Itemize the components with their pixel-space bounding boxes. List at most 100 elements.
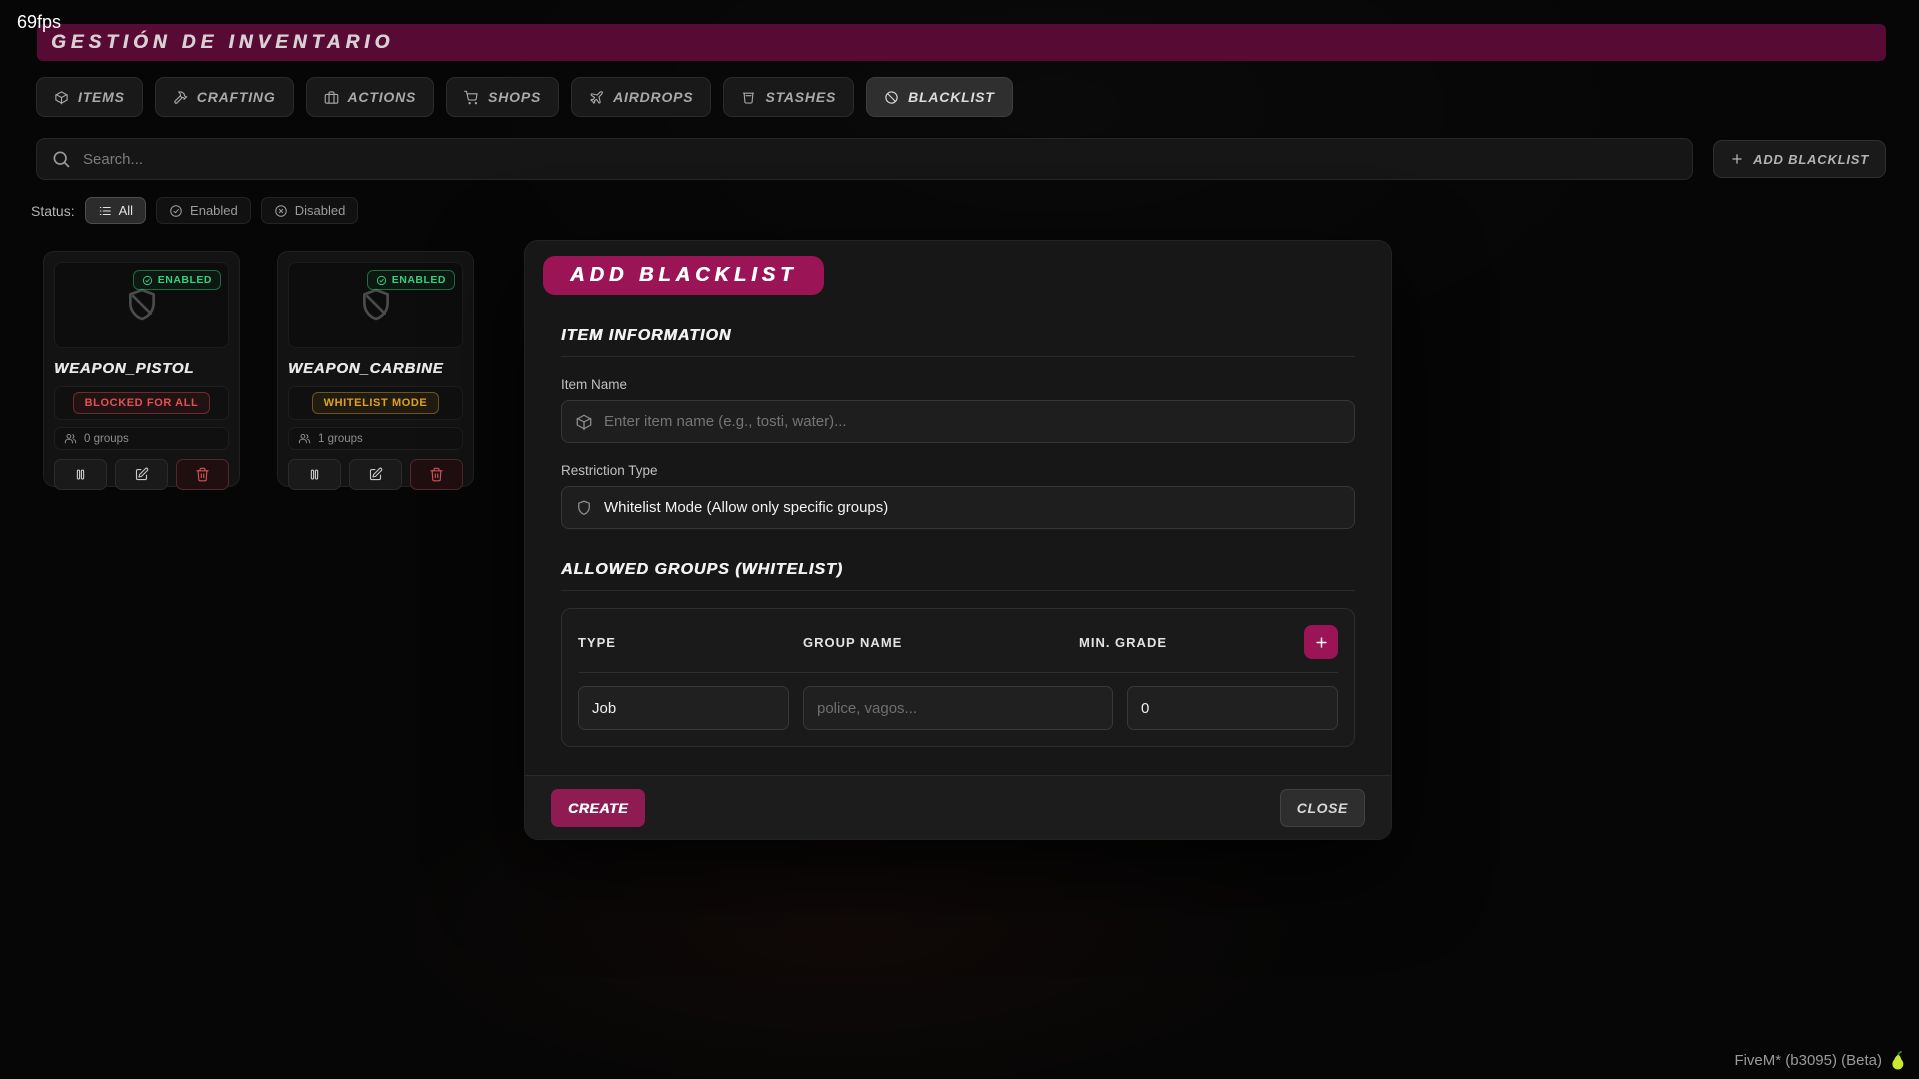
edit-button[interactable] bbox=[115, 459, 168, 490]
cart-icon bbox=[464, 90, 478, 104]
min-grade-input[interactable] bbox=[1141, 699, 1324, 717]
fivem-brand: FiveM* (b3095) (Beta) bbox=[1734, 1051, 1905, 1070]
mode-badge: BLOCKED FOR ALL bbox=[72, 392, 211, 414]
card-actions bbox=[288, 459, 463, 490]
group-name-field[interactable] bbox=[803, 686, 1113, 730]
item-name-label: Item Name bbox=[561, 377, 628, 392]
blacklist-card-weapon-carbine: ENABLED WEAPON_CARBINE WHITELIST MODE 1 … bbox=[277, 251, 474, 490]
restriction-type-label: Restriction Type bbox=[561, 463, 658, 478]
tab-airdrops[interactable]: AIRDROPS bbox=[571, 77, 712, 117]
add-blacklist-button[interactable]: ADD BLACKLIST bbox=[1713, 140, 1886, 178]
groups-count-box: 1 groups bbox=[288, 427, 463, 450]
package-icon bbox=[55, 90, 68, 104]
item-image-placeholder: ENABLED bbox=[288, 262, 463, 348]
tab-shops[interactable]: SHOPS bbox=[446, 77, 560, 117]
status-filter-label: Status: bbox=[31, 202, 75, 219]
tab-actions[interactable]: ACTIONS bbox=[305, 77, 435, 117]
create-button[interactable]: CREATE bbox=[551, 788, 646, 827]
add-blacklist-label: ADD BLACKLIST bbox=[1753, 151, 1869, 167]
group-type-select[interactable]: Job bbox=[578, 686, 789, 730]
modal-body: ITEM INFORMATION Item Name Restriction T… bbox=[525, 327, 1391, 747]
blacklist-card-weapon-pistol: ENABLED WEAPON_PISTOL BLOCKED FOR ALL 0 … bbox=[43, 251, 240, 490]
status-option-label: All bbox=[118, 203, 134, 218]
tab-label: SHOPS bbox=[488, 89, 542, 105]
status-option-label: Enabled bbox=[190, 203, 238, 218]
item-name-input[interactable] bbox=[604, 413, 1341, 430]
fps-counter: 69fps bbox=[17, 12, 62, 32]
group-row: Job bbox=[578, 686, 1338, 730]
allowed-groups-heading: ALLOWED GROUPS (WHITELIST) bbox=[561, 561, 843, 578]
mode-box: BLOCKED FOR ALL bbox=[54, 386, 229, 420]
pause-icon bbox=[76, 469, 85, 480]
status-badge: ENABLED bbox=[366, 270, 455, 290]
modal-title: ADD BLACKLIST bbox=[570, 264, 798, 286]
tab-stashes[interactable]: STASHES bbox=[723, 77, 855, 117]
edit-icon bbox=[135, 467, 149, 481]
trash-icon bbox=[196, 467, 209, 482]
status-filter-all[interactable]: All bbox=[84, 197, 147, 224]
check-circle-icon bbox=[170, 204, 182, 217]
mode-badge: WHITELIST MODE bbox=[311, 392, 440, 414]
status-badge-label: ENABLED bbox=[157, 274, 212, 286]
search-input[interactable] bbox=[83, 150, 1679, 168]
toolbar: ADD BLACKLIST bbox=[36, 138, 1886, 180]
page-title: GESTIÓN DE INVENTARIO bbox=[51, 31, 395, 53]
search-icon bbox=[53, 151, 70, 168]
section-divider bbox=[561, 590, 1355, 591]
status-filter-disabled[interactable]: Disabled bbox=[260, 197, 359, 224]
tab-blacklist[interactable]: BLACKLIST bbox=[866, 77, 1013, 117]
close-button[interactable]: CLOSE bbox=[1279, 788, 1365, 827]
column-header-min-grade: MIN. GRADE bbox=[1079, 634, 1167, 650]
status-filter: Status: All Enabled Disabled bbox=[31, 197, 359, 224]
item-name: WEAPON_PISTOL bbox=[54, 360, 195, 377]
delete-button[interactable] bbox=[410, 459, 463, 490]
tab-label: ITEMS bbox=[78, 89, 125, 105]
pause-button[interactable] bbox=[54, 459, 107, 490]
groups-count-label: 0 groups bbox=[84, 432, 129, 445]
mode-box: WHITELIST MODE bbox=[288, 386, 463, 420]
tab-items[interactable]: ITEMS bbox=[36, 77, 143, 117]
item-image-placeholder: ENABLED bbox=[54, 262, 229, 348]
tab-label: STASHES bbox=[765, 89, 837, 105]
plus-icon bbox=[1315, 636, 1327, 648]
edit-button[interactable] bbox=[349, 459, 402, 490]
restriction-type-value: Whitelist Mode (Allow only specific grou… bbox=[604, 499, 889, 516]
allowed-groups-card: TYPE GROUP NAME MIN. GRADE Job bbox=[561, 608, 1355, 747]
plus-icon bbox=[1732, 154, 1742, 164]
pear-icon bbox=[1892, 1051, 1904, 1070]
groups-table-header: TYPE GROUP NAME MIN. GRADE bbox=[578, 625, 1338, 659]
users-icon bbox=[298, 433, 311, 444]
status-badge: ENABLED bbox=[132, 270, 221, 290]
column-header-group-name: GROUP NAME bbox=[803, 634, 903, 650]
item-name-field[interactable] bbox=[561, 400, 1355, 443]
x-circle-icon bbox=[274, 204, 287, 217]
edit-icon bbox=[369, 467, 383, 481]
status-filter-enabled[interactable]: Enabled bbox=[156, 197, 251, 224]
delete-button[interactable] bbox=[176, 459, 229, 490]
ban-icon bbox=[885, 90, 898, 104]
tab-crafting[interactable]: CRAFTING bbox=[154, 77, 294, 117]
search-bar[interactable] bbox=[36, 138, 1694, 180]
column-header-type: TYPE bbox=[578, 634, 616, 650]
check-circle-icon bbox=[142, 275, 152, 285]
list-icon bbox=[99, 206, 111, 215]
restriction-type-select[interactable]: Whitelist Mode (Allow only specific grou… bbox=[561, 486, 1355, 529]
pause-button[interactable] bbox=[288, 459, 341, 490]
card-actions bbox=[54, 459, 229, 490]
add-group-row-button[interactable] bbox=[1304, 625, 1338, 659]
shield-slash-icon bbox=[362, 288, 389, 321]
tab-label: BLACKLIST bbox=[908, 89, 995, 105]
groups-count-box: 0 groups bbox=[54, 427, 229, 450]
package-icon bbox=[576, 414, 592, 430]
groups-table-divider bbox=[578, 672, 1338, 673]
briefcase-icon bbox=[324, 90, 338, 104]
item-information-heading: ITEM INFORMATION bbox=[561, 327, 732, 344]
pause-icon bbox=[310, 469, 319, 480]
min-grade-field[interactable] bbox=[1127, 686, 1338, 730]
group-name-input[interactable] bbox=[817, 699, 1099, 717]
shield-icon bbox=[578, 500, 590, 515]
groups-count-label: 1 groups bbox=[318, 432, 363, 445]
tab-bar: ITEMS CRAFTING ACTIONS SHOPS AIRDROPS ST… bbox=[36, 77, 1013, 117]
fivem-version-text: FiveM* (b3095) (Beta) bbox=[1734, 1052, 1882, 1069]
tab-label: CRAFTING bbox=[196, 89, 276, 105]
